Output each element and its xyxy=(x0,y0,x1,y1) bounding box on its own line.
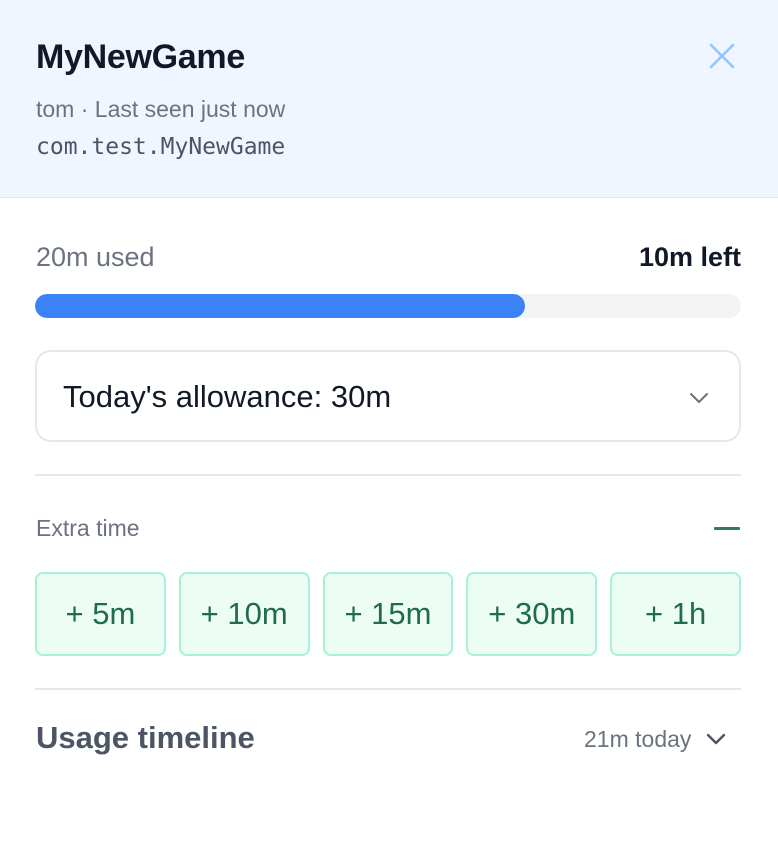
usage-timeline-summary: 21m today xyxy=(584,725,692,752)
usage-timeline-toggle[interactable]: 21m today xyxy=(584,722,741,756)
add-1h-button[interactable]: + 1h xyxy=(610,572,741,656)
close-icon xyxy=(709,43,735,69)
add-5m-button[interactable]: + 5m xyxy=(35,572,166,656)
add-15m-button[interactable]: + 15m xyxy=(322,572,454,656)
usage-progress-bar xyxy=(35,294,741,318)
usage-progress-fill xyxy=(35,294,525,318)
minus-icon xyxy=(714,526,740,530)
chevron-down-icon xyxy=(690,393,708,403)
allowance-select[interactable]: Today's allowance: 30m xyxy=(35,350,741,442)
chevron-down-icon xyxy=(707,733,726,745)
extra-time-buttons: + 5m + 10m + 15m + 30m + 1h xyxy=(35,572,741,656)
app-header: MyNewGame tom · Last seen just now com.t… xyxy=(0,0,778,198)
time-left-label: 10m left xyxy=(638,242,741,272)
section-divider xyxy=(35,688,741,690)
add-30m-button[interactable]: + 30m xyxy=(466,572,598,656)
extra-time-label: Extra time xyxy=(36,515,140,541)
collapse-extra-time-button[interactable] xyxy=(713,516,741,540)
allowance-value: Today's allowance: 30m xyxy=(63,379,392,414)
time-used-label: 20m used xyxy=(36,242,155,272)
add-10m-button[interactable]: + 10m xyxy=(178,572,310,656)
app-title: MyNewGame xyxy=(36,38,245,76)
usage-summary: 20m used 10m left xyxy=(36,240,741,276)
close-button[interactable] xyxy=(704,38,740,74)
device-status: tom · Last seen just now xyxy=(36,96,286,122)
usage-timeline-title: Usage timeline xyxy=(36,720,255,755)
bundle-id: com.test.MyNewGame xyxy=(36,134,286,160)
section-divider xyxy=(35,474,741,476)
